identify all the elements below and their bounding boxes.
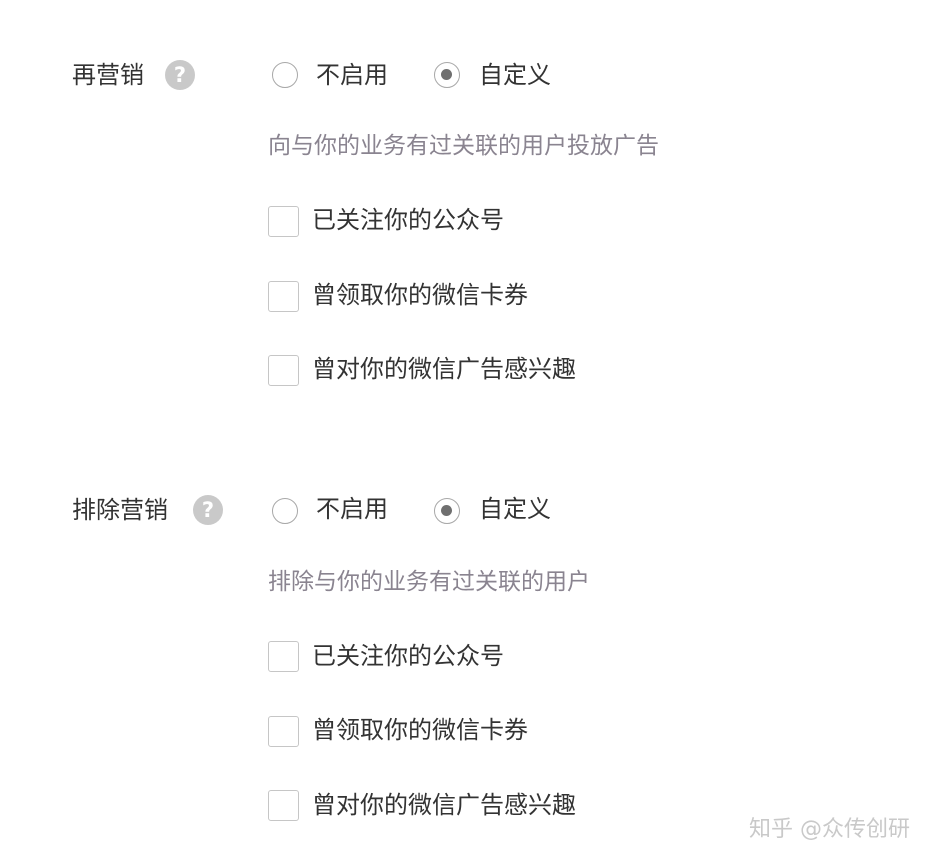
retargeting-checkbox-followed-label[interactable]: 已关注你的公众号: [312, 205, 504, 235]
exclusion-description: 排除与你的业务有过关联的用户: [268, 569, 590, 595]
retargeting-disable-label[interactable]: 不启用: [316, 60, 388, 90]
retargeting-custom-label[interactable]: 自定义: [479, 60, 551, 90]
retargeting-checkbox-interested-label[interactable]: 曾对你的微信广告感兴趣: [312, 354, 576, 384]
retargeting-custom-radio[interactable]: [434, 62, 460, 88]
exclusion-checkbox-followed-label[interactable]: 已关注你的公众号: [312, 641, 504, 671]
exclusion-checkbox-coupon-label[interactable]: 曾领取你的微信卡券: [312, 715, 528, 745]
exclusion-checkbox-interested-label[interactable]: 曾对你的微信广告感兴趣: [312, 790, 576, 820]
retargeting-label: 再营销: [72, 61, 144, 89]
retargeting-checkbox-followed[interactable]: [268, 206, 299, 237]
exclusion-checkbox-coupon[interactable]: [268, 716, 299, 747]
exclusion-custom-radio[interactable]: [434, 498, 460, 524]
retargeting-checkbox-coupon-label[interactable]: 曾领取你的微信卡券: [312, 280, 528, 310]
exclusion-custom-label[interactable]: 自定义: [479, 494, 551, 524]
exclusion-label: 排除营销: [72, 496, 168, 524]
retargeting-description: 向与你的业务有过关联的用户投放广告: [268, 133, 659, 159]
exclusion-checkbox-interested[interactable]: [268, 790, 299, 821]
retargeting-checkbox-interested[interactable]: [268, 355, 299, 386]
retargeting-disable-radio[interactable]: [272, 62, 298, 88]
exclusion-disable-label[interactable]: 不启用: [316, 494, 388, 524]
watermark: 知乎 @众传创研: [749, 817, 910, 842]
retargeting-checkbox-coupon[interactable]: [268, 281, 299, 312]
question-mark-icon[interactable]: ?: [165, 60, 195, 90]
exclusion-disable-radio[interactable]: [272, 498, 298, 524]
question-mark-icon[interactable]: ?: [193, 495, 223, 525]
exclusion-checkbox-followed[interactable]: [268, 641, 299, 672]
